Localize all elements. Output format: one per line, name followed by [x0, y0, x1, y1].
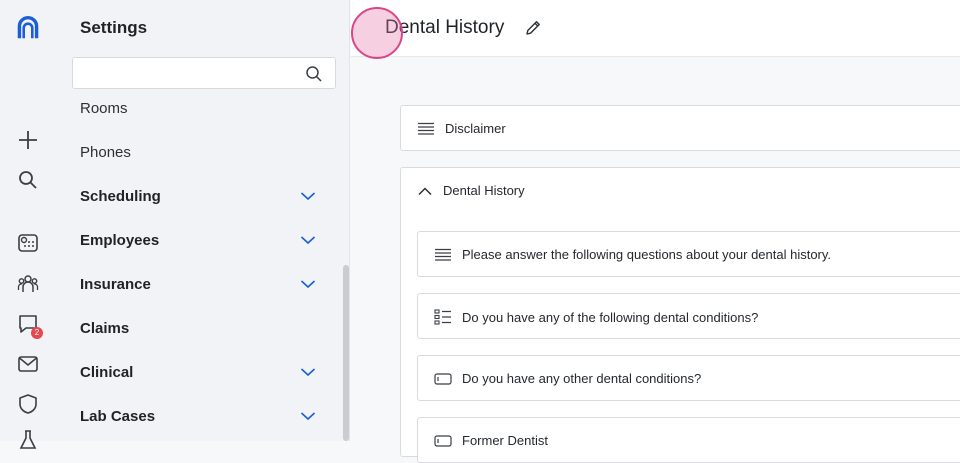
sidebar-item-label: Employees — [80, 231, 160, 249]
sidebar-item-lab-cases[interactable]: Lab Cases — [80, 404, 316, 428]
section-label: Dental History — [443, 183, 525, 198]
search-icon[interactable] — [305, 65, 323, 83]
lines-icon — [435, 248, 451, 261]
settings-search[interactable] — [72, 57, 336, 89]
question-card[interactable]: Do you have any of the following dental … — [417, 293, 960, 339]
sidebar-item-label: Insurance — [80, 275, 151, 293]
chevron-down-icon[interactable] — [300, 279, 316, 289]
textbox-icon — [434, 372, 452, 385]
sidebar-item-label: Lab Cases — [80, 407, 156, 425]
flask-icon[interactable] — [16, 428, 40, 452]
question-label: Do you have any of the following dental … — [462, 309, 759, 325]
settings-search-input[interactable] — [73, 58, 293, 88]
question-label: Please answer the following questions ab… — [462, 247, 832, 262]
sidebar-scrollbar[interactable] — [343, 265, 349, 441]
question-row: Please answer the following questions ab… — [434, 247, 831, 262]
question-card[interactable]: Please answer the following questions ab… — [417, 231, 960, 277]
settings-sidebar: Settings Rooms Phones Scheduling Employe… — [56, 0, 350, 441]
question-card[interactable]: Do you have any other dental conditions? — [417, 355, 960, 401]
sidebar-title: Settings — [80, 18, 148, 37]
chevron-up-icon[interactable] — [417, 186, 433, 196]
section-row: Disclaimer — [417, 121, 506, 136]
sidebar-item-clinical[interactable]: Clinical — [80, 360, 316, 384]
shield-icon[interactable] — [16, 392, 40, 416]
sidebar-item-employees[interactable]: Employees — [80, 228, 316, 252]
mail-icon[interactable] — [16, 352, 40, 376]
main-panel: Dental History Disclaimer Dental History… — [351, 0, 960, 463]
pencil-icon[interactable] — [524, 19, 542, 37]
sidebar-item-scheduling[interactable]: Scheduling — [80, 184, 316, 208]
question-row: Do you have any other dental conditions? — [434, 371, 701, 386]
schedule-icon[interactable] — [16, 231, 40, 255]
chevron-down-icon[interactable] — [300, 411, 316, 421]
click-indicator — [351, 7, 403, 59]
section-card-disclaimer[interactable]: Disclaimer — [400, 105, 960, 151]
sidebar-item-label: Phones — [80, 143, 131, 161]
sidebar-item-claims[interactable]: Claims — [80, 316, 316, 340]
sidebar-item-insurance[interactable]: Insurance — [80, 272, 316, 296]
page-header: Dental History — [351, 0, 960, 59]
sidebar-item-phones[interactable]: Phones — [80, 140, 316, 164]
app-logo-icon[interactable] — [16, 16, 40, 40]
chevron-down-icon[interactable] — [300, 191, 316, 201]
sidebar-item-label: Clinical — [80, 363, 134, 381]
question-row: Do you have any of the following dental … — [434, 309, 758, 325]
chevron-down-icon[interactable] — [300, 367, 316, 377]
lines-icon — [418, 122, 434, 135]
search-icon[interactable] — [16, 168, 40, 192]
section-card-dental-history: Dental History Please answer the followi… — [400, 167, 960, 463]
sidebar-item-rooms[interactable]: Rooms — [80, 96, 316, 120]
chevron-down-icon[interactable] — [300, 235, 316, 245]
checklist-icon — [434, 309, 451, 325]
sidebar-item-label: Claims — [80, 319, 130, 337]
icon-rail: 2 — [0, 0, 56, 449]
section-label: Disclaimer — [445, 121, 506, 136]
question-label: Do you have any other dental conditions? — [462, 371, 702, 386]
sidebar-item-label: Rooms — [80, 99, 128, 117]
people-icon[interactable] — [16, 272, 40, 296]
plus-icon[interactable] — [16, 128, 40, 152]
sidebar-item-label: Scheduling — [80, 187, 161, 205]
chat-badge: 2 — [31, 327, 43, 339]
question-card[interactable]: Former Dentist — [417, 417, 960, 463]
page-title: Dental History — [385, 17, 505, 38]
section-header[interactable]: Dental History — [417, 183, 525, 198]
